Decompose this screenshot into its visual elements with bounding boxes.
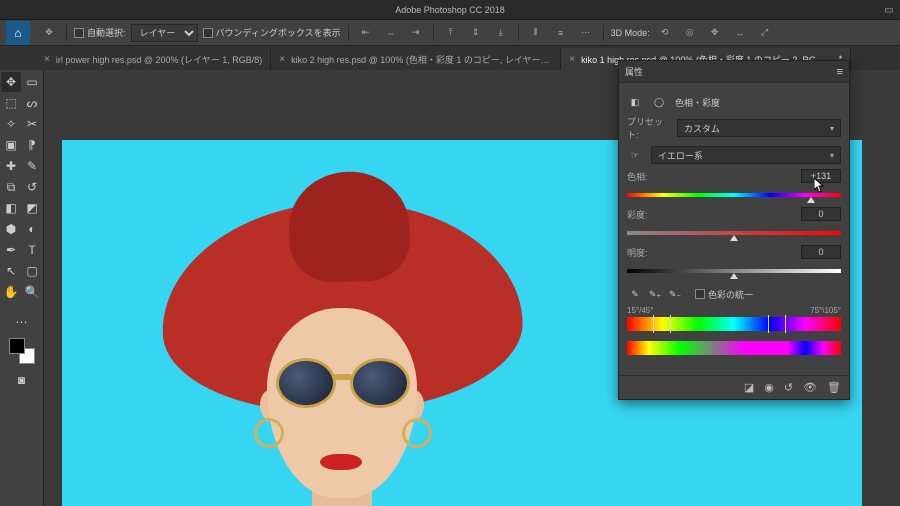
photo-earring xyxy=(254,418,284,448)
panel-menu-icon[interactable]: ≡ xyxy=(837,66,843,78)
tool-history[interactable]: ↺ xyxy=(22,177,42,197)
photo-earring xyxy=(402,418,432,448)
tool-wand[interactable]: ✧ xyxy=(1,114,21,134)
adjustment-name: 色相・彩度 xyxy=(675,96,720,109)
tool-stamp[interactable]: ⧉ xyxy=(1,177,21,197)
align-bottom-icon[interactable]: ⤓ xyxy=(491,23,511,43)
workspace-switcher-icon[interactable]: ▭ xyxy=(878,0,900,20)
align-top-icon[interactable]: ⤒ xyxy=(441,23,461,43)
close-icon[interactable]: × xyxy=(569,54,575,65)
tool-more[interactable]: ⋯ xyxy=(12,312,32,332)
color-range-bar-result xyxy=(627,341,841,355)
tool-frame[interactable]: ▣ xyxy=(1,135,21,155)
tool-hand[interactable]: ✋ xyxy=(1,282,21,302)
tool-blur[interactable]: ⬢ xyxy=(1,219,21,239)
doc-tab-0[interactable]: ×irl power high res.psd @ 200% (レイヤー 1, … xyxy=(36,48,271,70)
range-left-value: 15°/45° xyxy=(627,306,653,315)
tool-crop[interactable]: ✂ xyxy=(22,114,42,134)
tool-heal[interactable]: ✚ xyxy=(1,156,21,176)
align-left-icon[interactable]: ⇤ xyxy=(356,23,376,43)
close-icon[interactable]: × xyxy=(279,54,285,65)
clip-icon[interactable]: ◪ xyxy=(744,381,754,394)
tool-dodge[interactable]: ◐ xyxy=(22,219,42,239)
show-bbox-checkbox[interactable]: バウンディングボックスを表示 xyxy=(203,26,341,39)
home-button[interactable]: ⌂ xyxy=(6,21,30,45)
properties-panel: 属性 ≡ ◧ ◯ 色相・彩度 プリセット: カスタム ☞ イエロー系 色相: +1… xyxy=(618,60,850,400)
sat-label: 彩度: xyxy=(627,208,671,221)
align-center-h-icon[interactable]: ⇔ xyxy=(381,23,401,43)
distribute-h-icon[interactable]: ⫴ xyxy=(526,23,546,43)
3d-scale-icon[interactable]: ⤢ xyxy=(755,23,775,43)
hand-target-icon[interactable]: ☞ xyxy=(627,147,643,163)
quick-mask-icon[interactable]: ◙ xyxy=(12,370,32,390)
title-bar: Adobe Photoshop CC 2018 ▭ xyxy=(0,0,900,20)
tool-marquee[interactable]: ⬚ xyxy=(1,93,21,113)
tool-artboard[interactable]: ▭ xyxy=(22,72,42,92)
reset-icon[interactable]: ↺ xyxy=(784,381,793,394)
mode-label: 3D Mode: xyxy=(611,28,650,38)
sat-value[interactable]: 0 xyxy=(801,207,841,221)
photo-sunglasses xyxy=(276,358,410,408)
hue-label: 色相: xyxy=(627,170,671,183)
range-right-value: 75°\105° xyxy=(810,306,841,315)
tool-shape[interactable]: ▢ xyxy=(22,261,42,281)
tool-eyedrop[interactable]: ⁋ xyxy=(22,135,42,155)
hue-value[interactable]: +131 xyxy=(801,169,841,183)
auto-select-target[interactable]: レイヤー xyxy=(131,24,198,42)
tool-path[interactable]: ↖ xyxy=(1,261,21,281)
preset-dropdown[interactable]: カスタム xyxy=(677,119,841,137)
tool-lasso[interactable]: ᔕ xyxy=(22,93,42,113)
visibility-icon[interactable]: 👁 xyxy=(803,381,817,394)
tool-gradient[interactable]: ◩ xyxy=(22,198,42,218)
photo-lips xyxy=(320,454,362,470)
3d-rotate-icon[interactable]: ⟲ xyxy=(655,23,675,43)
eyedropper-sub-icon[interactable]: ✎₋ xyxy=(667,286,683,302)
tool-pen[interactable]: ✒ xyxy=(1,240,21,260)
align-right-icon[interactable]: ⇥ xyxy=(406,23,426,43)
auto-select-checkbox[interactable]: 自動選択: xyxy=(74,26,126,39)
move-tool-icon[interactable]: ✥ xyxy=(39,23,59,43)
tool-palette: ✥ ▭ ⬚ ᔕ ✧ ✂ ▣ ⁋ ✚ ✎ ⧉ ↺ ◧ ◩ ⬢ ◐ ✒ T ↖ ▢ … xyxy=(0,70,44,506)
tool-brush[interactable]: ✎ xyxy=(22,156,42,176)
hue-slider[interactable] xyxy=(627,188,841,202)
align-center-v-icon[interactable]: ⇕ xyxy=(466,23,486,43)
distribute-v-icon[interactable]: ≡ xyxy=(551,23,571,43)
colorize-checkbox[interactable]: 色彩の統一 xyxy=(695,288,753,301)
3d-roll-icon[interactable]: ◎ xyxy=(680,23,700,43)
view-previous-icon[interactable]: ◉ xyxy=(764,381,774,394)
mask-icon[interactable]: ◯ xyxy=(651,94,667,110)
adjustment-icon: ◧ xyxy=(627,94,643,110)
tool-move[interactable]: ✥ xyxy=(1,72,21,92)
eyedropper-add-icon[interactable]: ✎₊ xyxy=(647,286,663,302)
tool-type[interactable]: T xyxy=(22,240,42,260)
options-bar: ⌂ ✥ 自動選択: レイヤー バウンディングボックスを表示 ⇤ ⇔ ⇥ ⤒ ⇕ … xyxy=(0,20,900,46)
color-range-bar[interactable] xyxy=(627,317,841,331)
color-swatches[interactable] xyxy=(9,338,35,364)
lig-label: 明度: xyxy=(627,246,671,259)
panel-title: 属性 xyxy=(625,65,643,78)
3d-slide-icon[interactable]: ↔ xyxy=(730,23,750,43)
3d-pan-icon[interactable]: ✥ xyxy=(705,23,725,43)
eyedropper-icon[interactable]: ✎ xyxy=(627,286,643,302)
tool-eraser[interactable]: ◧ xyxy=(1,198,21,218)
lig-slider[interactable] xyxy=(627,264,841,278)
more-align-icon[interactable]: ⋯ xyxy=(576,23,596,43)
sat-slider[interactable] xyxy=(627,226,841,240)
tool-zoom[interactable]: 🔍 xyxy=(22,282,42,302)
preset-label: プリセット: xyxy=(627,115,671,141)
delete-icon[interactable]: 🗑 xyxy=(827,381,841,394)
doc-tab-1[interactable]: ×kiko 2 high res.psd @ 100% (色相・彩度 1 のコピ… xyxy=(271,48,561,70)
app-title: Adobe Photoshop CC 2018 xyxy=(395,5,505,15)
close-icon[interactable]: × xyxy=(44,54,50,65)
channel-dropdown[interactable]: イエロー系 xyxy=(651,146,841,164)
lig-value[interactable]: 0 xyxy=(801,245,841,259)
